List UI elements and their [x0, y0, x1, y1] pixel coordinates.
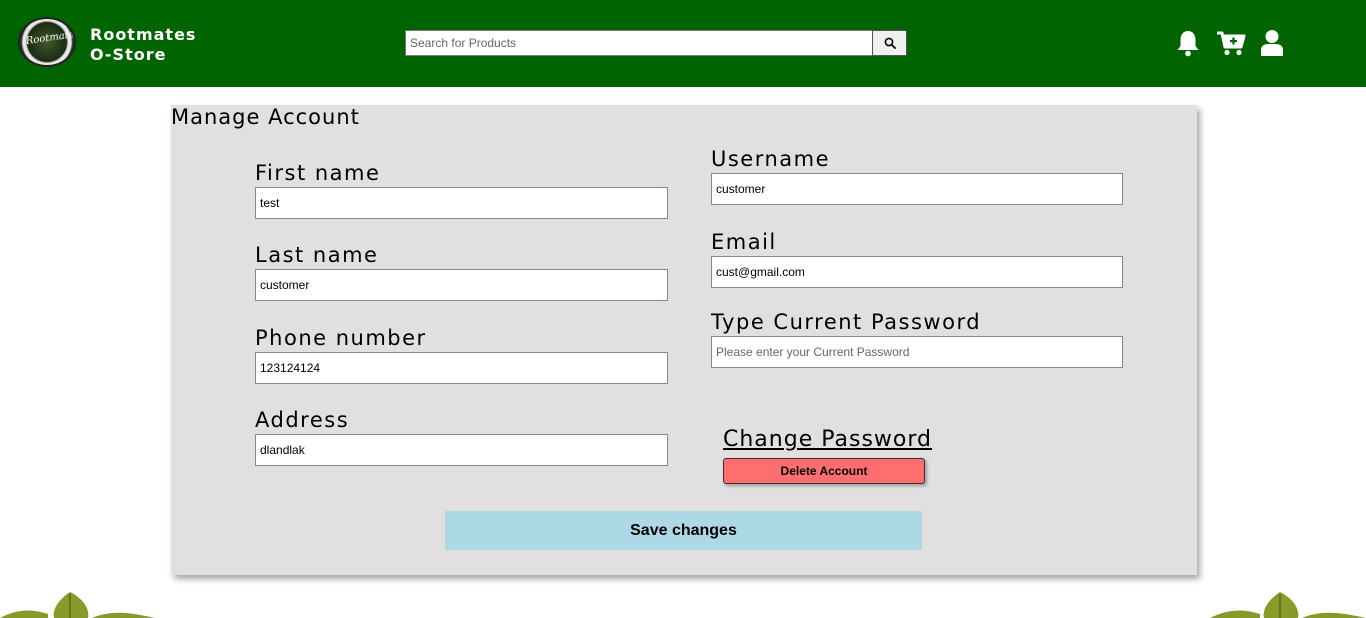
brand-name: Rootmates O-Store [90, 25, 196, 65]
leaf-decoration-right-icon [1210, 592, 1366, 618]
current-password-field[interactable] [711, 336, 1123, 368]
brand-line-2: O-Store [90, 45, 167, 64]
top-navbar: Rootmates Rootmates O-Store [0, 0, 1366, 87]
address-field[interactable] [255, 434, 668, 466]
email-field[interactable] [711, 256, 1123, 288]
store-logo[interactable]: Rootmates [18, 17, 76, 67]
notifications-button[interactable] [1174, 28, 1202, 58]
brand-line-1: Rootmates [90, 25, 197, 44]
search-button[interactable] [872, 30, 907, 56]
username-label: Username [711, 147, 831, 171]
cart-plus-icon [1217, 31, 1246, 56]
logo-text: Rootmates [25, 28, 76, 48]
current-password-label: Type Current Password [711, 310, 982, 334]
email-label: Email [711, 230, 777, 254]
username-field[interactable] [711, 173, 1123, 205]
bell-icon [1177, 31, 1199, 57]
last-name-label: Last name [255, 243, 379, 267]
last-name-field[interactable] [255, 269, 668, 301]
address-label: Address [255, 408, 350, 432]
first-name-field[interactable] [255, 187, 668, 219]
first-name-label: First name [255, 161, 381, 185]
manage-account-panel: Manage Account First name Last name Phon… [171, 105, 1197, 575]
search-input[interactable] [405, 30, 873, 56]
change-password-link[interactable]: Change Password [723, 427, 932, 452]
leaf-decoration-left-icon [0, 592, 155, 618]
user-icon [1261, 30, 1283, 56]
profile-button[interactable] [1258, 28, 1286, 58]
save-changes-button[interactable]: Save changes [445, 511, 922, 550]
phone-label: Phone number [255, 326, 427, 350]
search-icon [884, 37, 896, 49]
phone-field[interactable] [255, 352, 668, 384]
page-title: Manage Account [171, 105, 360, 129]
delete-account-button[interactable]: Delete Account [723, 458, 925, 484]
cart-button[interactable] [1215, 28, 1247, 58]
